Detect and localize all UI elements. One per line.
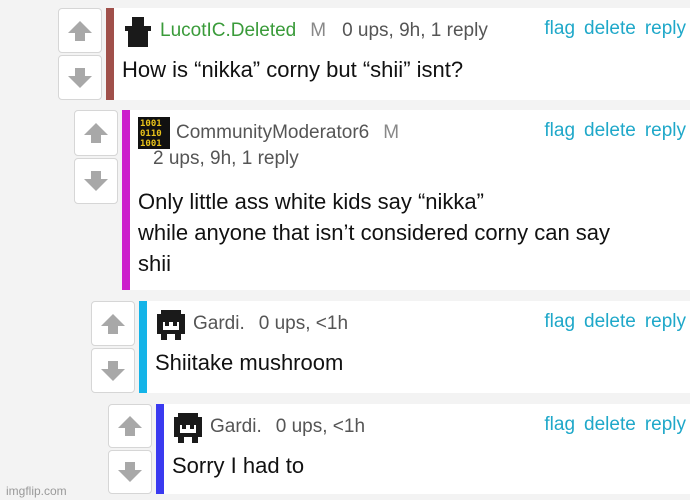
- arrow-up-icon: [118, 416, 142, 436]
- downvote-button[interactable]: [91, 348, 135, 393]
- reply-link[interactable]: reply: [645, 311, 686, 333]
- comment-body: Gardi. 0 ups, <1h flag delete reply Sorr…: [164, 404, 690, 494]
- downvote-button[interactable]: [58, 55, 102, 100]
- thread-depth-bar: [139, 301, 147, 393]
- vote-controls: [74, 110, 118, 290]
- comment-body: 1001 0110 1001 CommunityModerator6 M fla…: [130, 110, 690, 290]
- comment-text: Shiitake mushroom: [155, 350, 344, 375]
- delete-link[interactable]: delete: [584, 18, 636, 40]
- comment-stats: 0 ups, <1h: [258, 313, 349, 334]
- flag-link[interactable]: flag: [544, 414, 575, 436]
- svg-text:0110: 0110: [140, 129, 162, 139]
- mod-badge: M: [310, 20, 327, 41]
- silhouette-icon: [125, 17, 151, 47]
- comment-thread: LucotIC.Deleted M 0 ups, 9h, 1 reply fla…: [0, 0, 690, 500]
- comment-actions: flag delete reply: [544, 18, 686, 40]
- delete-link[interactable]: delete: [584, 414, 636, 436]
- comment-3: Gardi. 0 ups, <1h flag delete reply Shii…: [91, 301, 690, 393]
- arrow-down-icon: [68, 67, 92, 88]
- username-link[interactable]: CommunityModerator6: [176, 122, 369, 144]
- delete-link[interactable]: delete: [584, 120, 636, 142]
- comment-text: Only little ass white kids say “nikka” w…: [138, 186, 690, 279]
- upvote-button[interactable]: [91, 301, 135, 346]
- comment-4: Gardi. 0 ups, <1h flag delete reply Sorr…: [108, 404, 690, 494]
- username-link[interactable]: LucotIC.Deleted: [160, 20, 296, 42]
- downvote-button[interactable]: [108, 450, 152, 494]
- arrow-down-icon: [101, 360, 125, 381]
- vote-controls: [108, 404, 152, 494]
- delete-link[interactable]: delete: [584, 311, 636, 333]
- arrow-up-icon: [84, 123, 108, 143]
- arrow-down-icon: [118, 462, 142, 482]
- arrow-down-icon: [84, 171, 108, 191]
- arrow-up-icon: [101, 313, 125, 334]
- mod-badge: M: [383, 122, 400, 143]
- flag-link[interactable]: flag: [544, 120, 575, 142]
- comment-body: LucotIC.Deleted M 0 ups, 9h, 1 reply fla…: [114, 8, 690, 100]
- username-link[interactable]: Gardi.: [210, 416, 262, 438]
- watermark: imgflip.com: [6, 484, 67, 498]
- pixel-face-icon: [174, 413, 202, 443]
- upvote-button[interactable]: [108, 404, 152, 448]
- comment-stats: 2 ups, 9h, 1 reply: [153, 148, 299, 169]
- reply-link[interactable]: reply: [645, 18, 686, 40]
- reply-link[interactable]: reply: [645, 414, 686, 436]
- flag-link[interactable]: flag: [544, 311, 575, 333]
- comment-text-line: Only little ass white kids say “nikka”: [138, 189, 484, 214]
- vote-controls: [58, 8, 102, 100]
- pixel-face-icon: [157, 310, 185, 340]
- username-link[interactable]: Gardi.: [193, 313, 245, 335]
- vote-controls: [91, 301, 135, 393]
- comment-actions: flag delete reply: [544, 414, 686, 436]
- comment-text: How is “nikka” corny but “shii” isnt?: [122, 57, 464, 82]
- upvote-button[interactable]: [58, 8, 102, 53]
- flag-link[interactable]: flag: [544, 18, 575, 40]
- comment-stats: 0 ups, <1h: [275, 416, 366, 437]
- arrow-up-icon: [68, 20, 92, 41]
- comment-body: Gardi. 0 ups, <1h flag delete reply Shii…: [147, 301, 690, 393]
- thread-depth-bar: [156, 404, 164, 494]
- comment-text-line: shii: [138, 251, 172, 276]
- downvote-button[interactable]: [74, 158, 118, 204]
- upvote-button[interactable]: [74, 110, 118, 156]
- comment-text: Sorry I had to: [172, 453, 305, 478]
- comment-2: 1001 0110 1001 CommunityModerator6 M fla…: [74, 110, 690, 290]
- thread-depth-bar: [106, 8, 114, 100]
- comment-actions: flag delete reply: [544, 311, 686, 333]
- comment-stats: 0 ups, 9h, 1 reply: [342, 20, 488, 41]
- svg-text:1001: 1001: [140, 119, 162, 129]
- comment-1: LucotIC.Deleted M 0 ups, 9h, 1 reply fla…: [58, 8, 690, 100]
- reply-link[interactable]: reply: [645, 120, 686, 142]
- binary-code-icon: 1001 0110 1001: [138, 117, 170, 149]
- comment-text-line: while anyone that isn’t considered corny…: [138, 220, 611, 245]
- thread-depth-bar: [122, 110, 130, 290]
- comment-actions: flag delete reply: [544, 120, 686, 142]
